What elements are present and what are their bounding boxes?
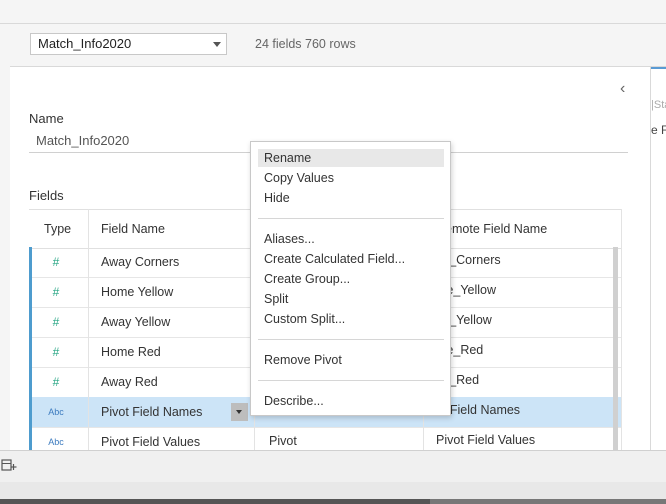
right-panel-text-2: e F	[651, 123, 666, 137]
menu-item-rename[interactable]: Rename	[258, 149, 444, 167]
left-gutter	[0, 24, 10, 450]
top-bar	[0, 0, 666, 24]
field-menu-dropdown-button[interactable]	[231, 403, 248, 421]
datasource-select-value: Match_Info2020	[38, 36, 132, 51]
menu-item-custom-split[interactable]: Custom Split...	[258, 310, 444, 328]
row-accent	[29, 337, 32, 367]
column-divider	[88, 209, 89, 450]
fields-label: Fields	[29, 188, 64, 203]
bottom-toolbar	[0, 450, 666, 483]
field-name-cell[interactable]: Pivot Field Values	[101, 435, 200, 449]
string-type-icon[interactable]: Abc	[41, 437, 71, 447]
right-panel-edge: |Sta e F	[650, 67, 666, 450]
menu-item-aliases[interactable]: Aliases...	[258, 230, 444, 248]
context-menu: Rename Copy Values Hide Aliases... Creat…	[250, 141, 451, 416]
field-name-cell[interactable]: Away Yellow	[101, 315, 170, 329]
number-type-icon[interactable]: #	[41, 375, 71, 389]
datasource-stats: 24 fields 760 rows	[255, 37, 356, 51]
row-accent	[29, 397, 32, 427]
field-name-cell[interactable]: Away Red	[101, 375, 158, 389]
right-panel-text-1: |Sta	[651, 99, 666, 111]
collapse-icon[interactable]: ‹	[620, 80, 625, 98]
menu-item-split[interactable]: Split	[258, 290, 444, 308]
grid-scrollbar[interactable]	[613, 247, 618, 450]
field-name-cell[interactable]: Away Corners	[101, 255, 179, 269]
header-field-name[interactable]: Field Name	[101, 222, 165, 236]
datasource-tab-icon[interactable]	[1, 457, 17, 473]
string-type-icon[interactable]: Abc	[41, 407, 71, 417]
number-type-icon[interactable]: #	[41, 285, 71, 299]
taskbar	[0, 482, 666, 504]
menu-item-create-calculated-field[interactable]: Create Calculated Field...	[258, 250, 444, 268]
name-label: Name	[29, 111, 64, 126]
field-name-cell[interactable]: Pivot Field Names	[101, 405, 202, 419]
header-type[interactable]: Type	[44, 222, 71, 236]
menu-item-copy-values[interactable]: Copy Values	[258, 169, 444, 187]
menu-separator	[258, 339, 444, 340]
number-type-icon[interactable]: #	[41, 255, 71, 269]
menu-separator	[258, 218, 444, 219]
table-row[interactable]: Abc Pivot Field Values Pivot Pivot Field…	[29, 427, 622, 450]
table-cell: Pivot	[269, 434, 297, 448]
number-type-icon[interactable]: #	[41, 315, 71, 329]
datasource-select[interactable]: Match_Info2020	[30, 33, 227, 55]
row-accent	[29, 277, 32, 307]
menu-item-describe[interactable]: Describe...	[258, 392, 444, 410]
menu-item-remove-pivot[interactable]: Remove Pivot	[258, 351, 444, 369]
menu-item-hide[interactable]: Hide	[258, 189, 444, 207]
row-accent	[29, 307, 32, 337]
field-name-cell[interactable]: Home Red	[101, 345, 161, 359]
header-remote-field-name[interactable]: Remote Field Name	[436, 222, 547, 236]
row-accent	[29, 427, 32, 450]
menu-item-create-group[interactable]: Create Group...	[258, 270, 444, 288]
chevron-down-icon	[213, 42, 221, 47]
column-divider	[621, 209, 622, 450]
menu-separator	[258, 380, 444, 381]
taskbar-strip-right	[430, 499, 666, 504]
row-accent	[29, 367, 32, 397]
datasource-bar: Match_Info2020 24 fields 760 rows	[10, 24, 666, 67]
remote-field-cell: Pivot Field Values	[436, 433, 536, 447]
number-type-icon[interactable]: #	[41, 345, 71, 359]
field-name-cell[interactable]: Home Yellow	[101, 285, 173, 299]
right-panel-accent	[651, 67, 666, 69]
row-accent	[29, 247, 32, 277]
